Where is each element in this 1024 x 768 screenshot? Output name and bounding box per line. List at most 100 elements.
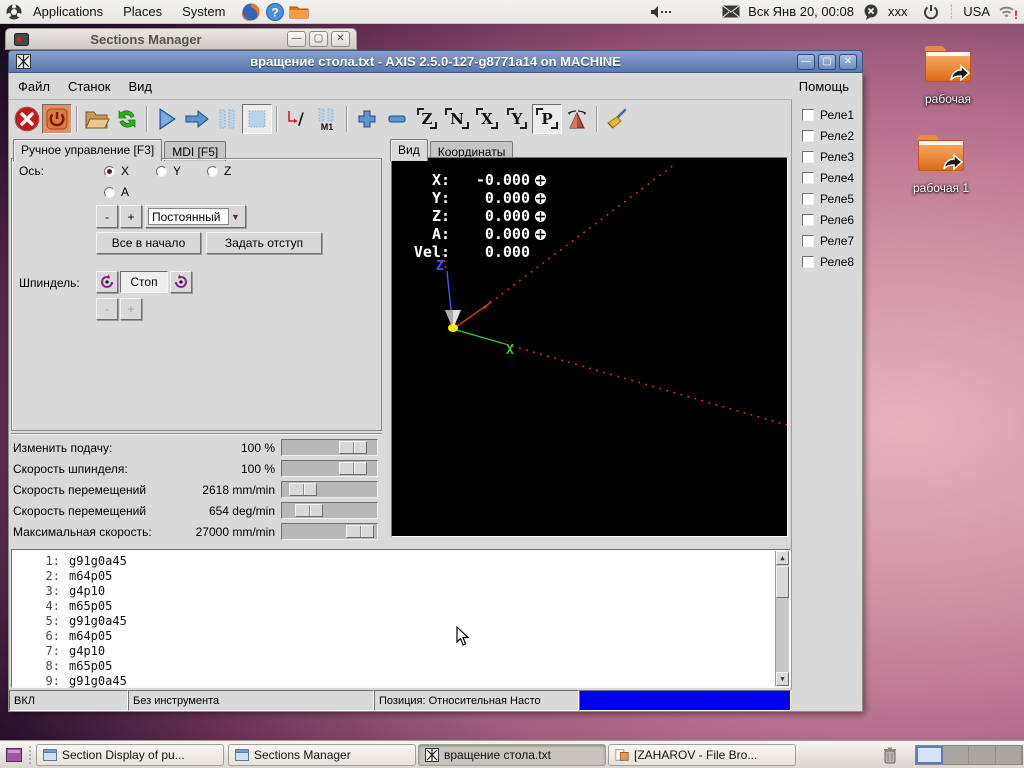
distributor-logo-icon[interactable] [5,3,23,21]
network-icon[interactable]: ! [998,4,1018,20]
relay2-checkbox[interactable] [802,130,814,142]
estop-button[interactable] [12,104,42,134]
mail-icon[interactable] [722,5,740,18]
show-desktop-button[interactable] [3,745,25,765]
max-velocity-slider[interactable] [281,523,378,540]
relay8-checkbox[interactable] [802,256,814,268]
feed-override-slider[interactable] [281,439,378,456]
jog-speed-slider[interactable] [281,481,378,498]
stop-icon [248,110,266,127]
keyboard-layout[interactable]: USA [963,4,990,19]
jog-plus-button[interactable]: + [120,205,142,228]
tab-preview[interactable]: Вид [390,139,428,161]
gcode-scrollbar[interactable]: ▲ ▼ [775,551,789,686]
volume-muted-icon[interactable] [650,5,672,19]
relay-panel: Реле1 Реле2 Реле3 Реле4 Реле5 Реле6 Реле… [791,99,862,690]
firefox-icon[interactable] [241,2,261,22]
jog-mode-dropdown[interactable]: Постоянный ▼ [145,205,246,228]
desktop-icon-rabochaya-1[interactable]: рабочая 1 [896,129,986,195]
relay1-checkbox[interactable] [802,109,814,121]
touch-off-button[interactable]: Задать отступ [206,232,322,254]
spindle-slower-button[interactable]: - [96,298,118,320]
skip-lines-button[interactable]: / [282,104,312,134]
workspace-3[interactable] [969,746,996,764]
workspace-4[interactable] [996,746,1022,764]
view-y-button[interactable]: Y [502,104,532,134]
radio-axis-y[interactable] [156,166,167,177]
im-username[interactable]: xxx [888,4,908,19]
jog-minus-button[interactable]: - [96,205,118,228]
workspace-1[interactable] [916,746,943,764]
step-button[interactable] [182,104,212,134]
scrollbar-thumb[interactable] [776,566,789,598]
gcode-listing[interactable]: 1: g91g0a45 2: m64p05 3: g4p10 4: m65p05 5: g… [11,549,791,688]
zoom-out-button[interactable] [382,104,412,134]
folder-icon [922,40,974,86]
open-file-button[interactable] [82,104,112,134]
angular-jog-slider[interactable] [281,502,378,519]
spindle-override-slider[interactable] [281,460,378,477]
radio-axis-a[interactable] [104,187,115,198]
machine-power-button[interactable] [42,103,72,134]
view-z-button[interactable]: Z [412,104,442,134]
help-icon[interactable]: ? [265,2,285,22]
preview-canvas[interactable]: Z X X: -0.000 Y: 0.000 Z: 0.000 A: 0.000 Vel… [391,157,788,537]
maximize-button[interactable]: ▢ [818,53,836,70]
relay6-checkbox[interactable] [802,214,814,226]
relay5-checkbox[interactable] [802,193,814,205]
spindle-faster-button[interactable]: + [120,298,142,320]
radio-label-y: Y [173,164,182,178]
scroll-up-icon[interactable]: ▲ [776,551,789,565]
task-section-display[interactable]: Section Display of pu... [36,744,224,766]
menu-machine[interactable]: Станок [59,75,120,98]
view-x-button[interactable]: X [472,104,502,134]
relay7-checkbox[interactable] [802,235,814,247]
workspace-switcher[interactable] [915,745,1023,765]
clock[interactable]: Вск Янв 20, 00:08 [748,4,854,19]
menu-applications[interactable]: Applications [23,0,113,24]
spindle-cw-button[interactable] [170,271,192,293]
run-button[interactable] [152,104,182,134]
close-button[interactable]: ✕ [331,31,350,47]
desktop-icon-rabochaya[interactable]: рабочая [903,40,993,106]
pause-button[interactable] [212,104,242,134]
scroll-down-icon[interactable]: ▼ [776,672,789,686]
power-icon[interactable] [923,4,939,20]
sections-manager-window[interactable]: Sections Manager — ▢ ✕ [5,28,357,50]
zoom-in-button[interactable] [352,104,382,134]
stop-button[interactable] [242,103,272,134]
trash-icon[interactable] [880,745,900,765]
minimize-button[interactable]: — [797,53,815,70]
radio-axis-z[interactable] [207,166,218,177]
minimize-button[interactable]: — [287,31,306,47]
view-p-button[interactable]: P [532,103,562,134]
spindle-ccw-button[interactable] [96,271,118,293]
view-z2-button[interactable]: N [442,104,472,134]
clear-plot-button[interactable] [602,104,632,134]
menu-help[interactable]: Помощь [790,75,858,98]
maximize-button[interactable]: ▢ [309,31,328,47]
radio-axis-x[interactable] [104,166,115,177]
reload-button[interactable] [112,104,142,134]
close-button[interactable]: ✕ [839,53,857,70]
folder-panel-icon[interactable] [289,4,309,20]
tab-manual-control[interactable]: Ручное управление [F3] [13,139,163,161]
home-all-button[interactable]: Все в начало [96,232,201,254]
relay4-checkbox[interactable] [802,172,814,184]
dro-a-row: A: 0.000 [392,225,547,243]
rotate-button[interactable] [562,104,592,134]
axis-titlebar[interactable]: вращение стола.txt - AXIS 2.5.0-127-g877… [8,50,863,73]
relay3-checkbox[interactable] [802,151,814,163]
menu-places[interactable]: Places [113,0,172,24]
spindle-stop-button[interactable]: Стоп [120,271,168,293]
menu-view[interactable]: Вид [120,75,162,98]
task-file-browser[interactable]: [ZAHAROV - File Bro... [608,744,796,766]
slider-value: 2618 mm/min [202,483,275,497]
optional-pause-button[interactable]: M1 [312,104,342,134]
task-sections-manager[interactable]: Sections Manager [228,744,416,766]
menu-system[interactable]: System [172,0,235,24]
menu-file[interactable]: Файл [9,75,59,98]
workspace-2[interactable] [943,746,970,764]
im-status-icon[interactable] [862,4,880,20]
task-axis[interactable]: вращение стола.txt [418,744,606,766]
